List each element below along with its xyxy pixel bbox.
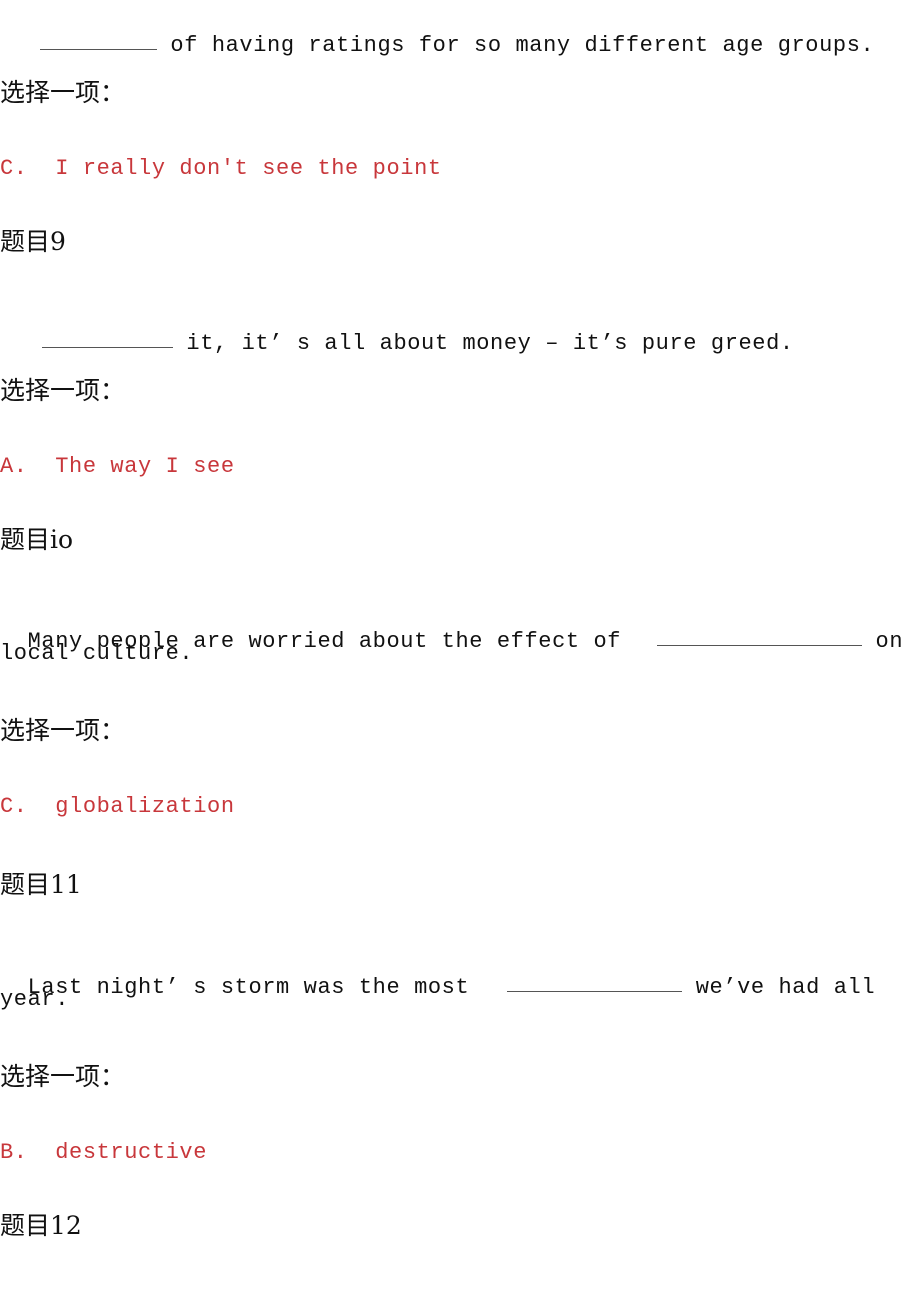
selected-answer: A. The way I see [0,454,235,479]
stem-text: Last night’ s storm was the most [27,975,497,1000]
choose-one-label: 选择一项： [0,1062,126,1091]
stem-text: on [861,629,904,654]
question-title: 题目io [0,525,74,554]
answer-blank [506,990,682,992]
stem-text: it, it’ s all about money – it’s pure gr… [172,331,794,356]
question-stem: of having ratings for so many different … [0,7,874,59]
selected-answer: B. destructive [0,1140,208,1165]
stem-text: we’ve had all [681,975,876,1000]
question-title: 题目12 [0,1211,82,1240]
selected-answer: C. globalization [0,794,235,819]
choose-one-label: 选择一项： [0,376,126,405]
question-stem: Last night’ s storm was the most we’ve h… [0,949,875,1001]
choose-one-label: 选择一项： [0,716,126,745]
choose-one-label: 选择一项： [0,78,126,107]
question-stem-line2: local culture. [0,641,194,666]
answer-blank [41,346,173,348]
question-title: 题目9 [0,227,66,256]
question-title: 题目11 [0,870,82,899]
selected-answer: C. I really don't see the point [0,156,442,181]
stem-text: of having ratings for so many different … [156,33,875,58]
answer-blank [656,644,862,646]
answer-blank [39,48,157,50]
question-stem: it, it’ s all about money – it’s pure gr… [0,305,794,357]
question-stem-line2: year. [0,987,70,1012]
